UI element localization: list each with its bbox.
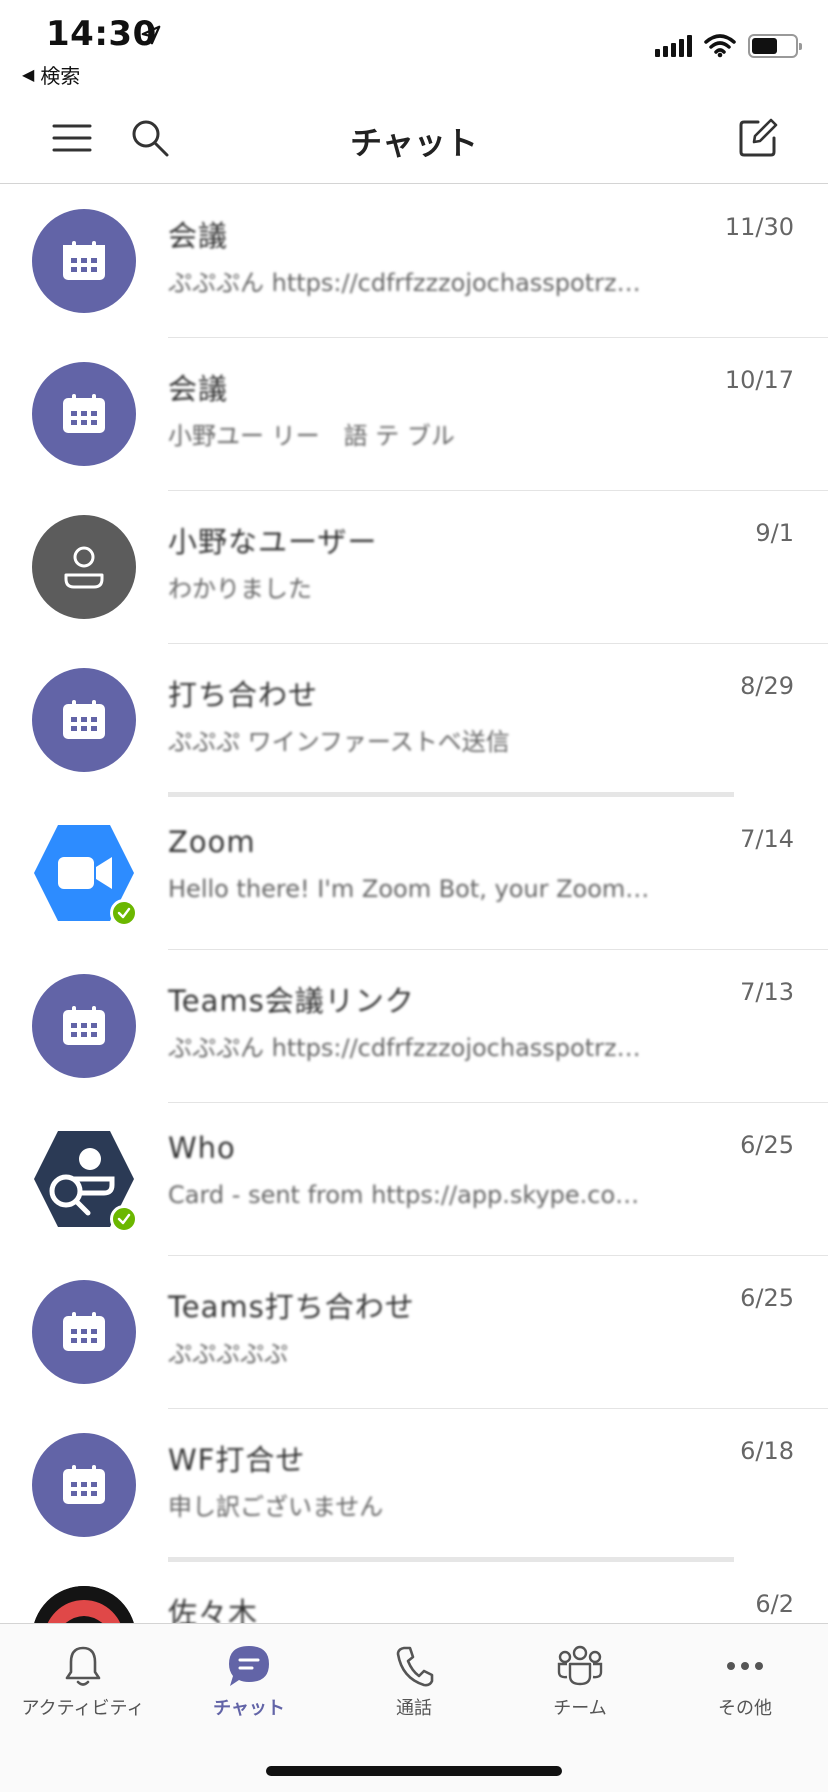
zoom-bot-avatar [32,821,138,927]
calendar-icon [63,700,105,739]
calendar-icon [63,241,105,280]
chat-date: 7/14 [740,825,794,853]
chat-title: Teams会議リンク [168,984,415,1018]
chat-icon [166,1644,332,1688]
chat-list[interactable]: 会議 ぷぷぷん https://cdfrfzzzojochasspotrz… 1… [0,185,828,1623]
wifi-icon [704,34,736,58]
chat-date: 6/25 [740,1131,794,1159]
chat-title: 会議 [168,372,229,406]
meeting-avatar [32,1280,136,1384]
chat-list-item[interactable]: Who Card - sent from https://app.skype.c… [0,1103,828,1256]
battery-icon [748,34,802,58]
chat-preview: 小野ユー リー 語 テ ブル [168,422,455,450]
tab-more[interactable]: その他 [662,1644,828,1720]
chat-title: 会議 [168,219,229,253]
tab-chat[interactable]: チャット [166,1644,332,1720]
profile-photo-icon [32,1586,136,1623]
chat-list-item[interactable]: 佐々木 6/2 [0,1562,828,1623]
who-bot-avatar [32,1127,138,1233]
chat-preview: ぷぷぷん https://cdfrfzzzojochasspotrz… [168,269,641,297]
chat-preview: ぷぷぷん https://cdfrfzzzojochasspotrz… [168,1034,641,1062]
chat-date: 8/29 [740,672,794,700]
back-to-search-link[interactable]: ◀ 検索 [22,60,80,89]
tab-label: チャット [213,1698,285,1719]
status-indicators [655,34,802,58]
calendar-icon [63,1465,105,1504]
presence-available-icon [110,899,138,927]
chat-date: 11/30 [724,213,794,241]
chat-list-item[interactable]: 会議 小野ユー リー 語 テ ブル 10/17 [0,338,828,491]
status-bar: 14:30 ◀ 検索 [0,0,828,92]
photo-avatar [32,1586,136,1623]
tab-label: チーム [553,1698,607,1719]
calendar-icon [63,1312,105,1351]
chat-preview: わかりました [168,575,312,603]
chat-list-item[interactable]: 小野なユーザー わかりました 9/1 [0,491,828,644]
meeting-avatar [32,668,136,772]
app-header: チャット [0,92,828,184]
back-label: 検索 [40,64,81,88]
calendar-icon [63,1006,105,1045]
tab-calls[interactable]: 通話 [331,1644,497,1720]
chat-title: Zoom [168,825,256,859]
cellular-signal-icon [655,35,692,57]
chat-list-item[interactable]: Teams会議リンク ぷぷぷん https://cdfrfzzzojochass… [0,950,828,1103]
chat-list-item[interactable]: WF打合せ 申し訳ございません 6/18 [0,1409,828,1562]
teams-icon [497,1644,663,1688]
compose-icon[interactable] [736,116,780,160]
bottom-tab-bar: アクティビティ チャット 通話 チーム その他 [0,1623,828,1792]
chat-preview: 申し訳ございません [168,1493,384,1521]
chat-date: 10/17 [724,366,794,394]
chat-date: 6/18 [740,1437,794,1465]
person-icon [64,546,104,589]
person-avatar [32,515,136,619]
home-indicator[interactable] [266,1766,562,1776]
chat-title: 佐々木 [168,1596,259,1623]
tab-label: アクティビティ [21,1698,145,1719]
tab-teams[interactable]: チーム [497,1644,663,1720]
chat-preview: ぷぷぷぷぷ [168,1340,288,1368]
chat-list-item[interactable]: Zoom Hello there! I'm Zoom Bot, your Zoo… [0,797,828,950]
tab-label: その他 [718,1698,772,1719]
chat-list-item[interactable]: 会議 ぷぷぷん https://cdfrfzzzojochasspotrz… 1… [0,185,828,338]
phone-icon [331,1644,497,1688]
chat-date: 9/1 [755,519,794,547]
calendar-icon [63,394,105,433]
chat-preview: Hello there! I'm Zoom Bot, your Zoom… [168,875,650,903]
more-icon [662,1644,828,1688]
meeting-avatar [32,1433,136,1537]
chat-list-item[interactable]: Teams打ち合わせ ぷぷぷぷぷ 6/25 [0,1256,828,1409]
chat-title: 小野なユーザー [168,525,378,559]
chat-list-item[interactable]: 打ち合わせ ぷぷぷ ワインファーストベ送信 8/29 [0,644,828,797]
chat-title: Who [168,1131,236,1165]
chat-date: 6/25 [740,1284,794,1312]
chat-preview: ぷぷぷ ワインファーストベ送信 [168,728,510,756]
chat-date: 6/2 [755,1590,794,1618]
chat-title: Teams打ち合わせ [168,1290,415,1324]
location-arrow-icon [141,25,161,45]
chat-date: 7/13 [740,978,794,1006]
presence-available-icon [110,1205,138,1233]
meeting-avatar [32,974,136,1078]
page-title: チャット [350,124,478,162]
meeting-avatar [32,362,136,466]
back-triangle-icon: ◀ [22,65,35,84]
meeting-avatar [32,209,136,313]
tab-activity[interactable]: アクティビティ [0,1644,166,1720]
chat-preview: Card - sent from https://app.skype.co… [168,1181,640,1209]
bell-icon [0,1644,166,1688]
chat-title: WF打合せ [168,1443,306,1477]
chat-title: 打ち合わせ [168,678,319,712]
tab-label: 通話 [396,1698,432,1719]
